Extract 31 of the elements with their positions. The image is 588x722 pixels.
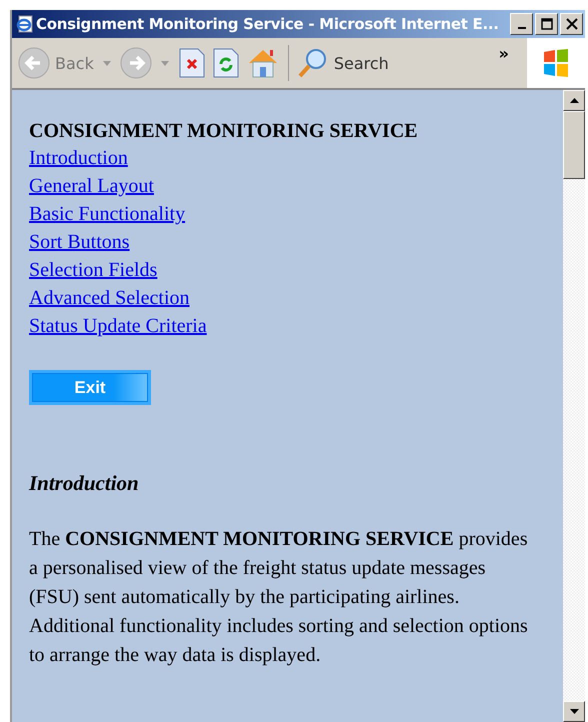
exit-button[interactable]: Exit: [29, 370, 151, 405]
maximize-button[interactable]: [535, 13, 558, 35]
section-link[interactable]: General Layout: [29, 172, 154, 200]
browser-icon: [16, 15, 34, 33]
magnifier-icon: [296, 47, 329, 79]
section-link[interactable]: Introduction: [29, 144, 128, 172]
search-button[interactable]: Search: [296, 47, 389, 79]
page-heading: CONSIGNMENT MONITORING SERVICE: [29, 119, 419, 144]
close-icon: [566, 18, 578, 30]
back-button[interactable]: Back: [18, 47, 94, 79]
section-link[interactable]: Advanced Selection: [29, 284, 190, 312]
section-link[interactable]: Status Update Criteria: [29, 312, 207, 340]
maximize-icon: [540, 18, 552, 30]
stop-icon[interactable]: [178, 48, 206, 78]
intro-paragraph: The CONSIGNMENT MONITORING SERVICE provides a personalised view of the freight status update messages (FSU) sent automatically by the participating airlines. Additional functionality includes sorting and selection options to arrange the way data is displayed.: [29, 527, 529, 668]
down-arrow-icon: [570, 709, 578, 714]
close-button[interactable]: [560, 13, 583, 35]
minimize-button[interactable]: [510, 13, 533, 35]
section-link[interactable]: Selection Fields: [29, 256, 158, 284]
up-arrow-icon: [570, 98, 578, 103]
section-link[interactable]: Sort Buttons: [29, 228, 130, 256]
refresh-icon[interactable]: [212, 48, 240, 78]
section-link[interactable]: Basic Functionality: [29, 200, 186, 228]
scroll-thumb[interactable]: [563, 111, 585, 179]
window-title: Consignment Monitoring Service - Microsoft Internet E...: [36, 15, 500, 33]
scroll-up-button[interactable]: [563, 90, 585, 111]
minimize-icon: [518, 27, 526, 29]
scroll-down-button[interactable]: [563, 701, 585, 722]
toolbar-overflow-button[interactable]: »: [498, 44, 509, 63]
scrollbar[interactable]: [563, 90, 585, 722]
section-title: Introduction: [29, 470, 140, 497]
